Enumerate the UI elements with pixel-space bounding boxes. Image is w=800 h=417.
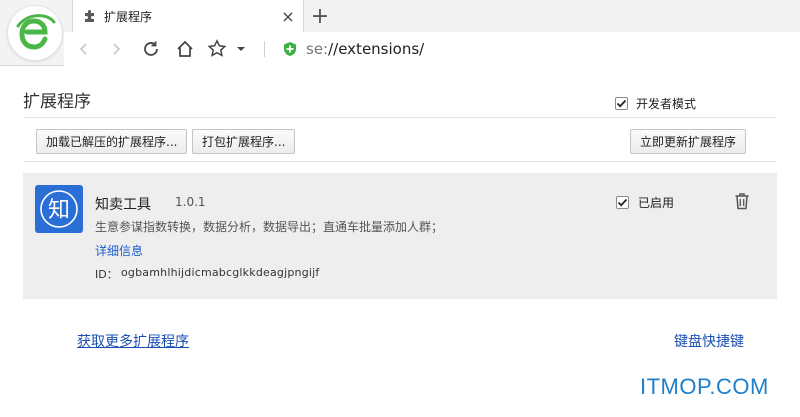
extensions-page: 扩展程序 开发者模式 加载已解压的扩展程序... 打包扩展程序... 立即更新扩… <box>0 67 800 417</box>
reload-icon[interactable] <box>139 37 163 61</box>
load-unpacked-button[interactable]: 加载已解压的扩展程序... <box>36 129 188 154</box>
get-more-extensions-link[interactable]: 获取更多扩展程序 <box>77 331 189 351</box>
puzzle-icon <box>82 8 98 24</box>
extension-details-link[interactable]: 详细信息 <box>95 242 143 259</box>
home-icon[interactable] <box>173 37 197 61</box>
developer-mode-label: 开发者模式 <box>636 97 697 111</box>
keyboard-shortcuts-link[interactable]: 键盘快捷键 <box>674 331 744 351</box>
developer-mode-toggle[interactable]: 开发者模式 <box>615 95 696 112</box>
extension-enabled-checkbox[interactable] <box>616 196 629 209</box>
page-title: 扩展程序 <box>23 92 91 112</box>
extension-id-label: ID： <box>95 268 118 281</box>
trash-icon[interactable] <box>734 192 750 210</box>
developer-mode-checkbox[interactable] <box>615 97 628 110</box>
extension-version: 1.0.1 <box>175 195 206 209</box>
watermark: ITMOP.COM <box>640 374 769 399</box>
extension-name: 知卖工具 <box>95 197 151 213</box>
bookmark-star-icon[interactable] <box>206 37 230 61</box>
tab-extensions[interactable]: 扩展程序 × <box>72 0 304 32</box>
extension-enabled-toggle[interactable]: 已启用 <box>616 194 674 211</box>
extension-card: 知 知卖工具 1.0.1 生意参谋指数转换，数据分析，数据导出；直通车批量添加人… <box>23 173 777 299</box>
extension-icon-glyph: 知 <box>48 198 70 223</box>
update-now-button[interactable]: 立即更新扩展程序 <box>630 129 747 154</box>
extension-enabled-label: 已启用 <box>638 196 675 210</box>
toolbar-divider <box>264 41 265 57</box>
chevron-down-icon[interactable] <box>234 37 248 61</box>
tab-close-icon[interactable]: × <box>279 7 297 26</box>
extension-app-icon: 知 <box>35 185 83 233</box>
extension-description: 生意参谋指数转换，数据分析，数据导出；直通车批量添加人群； <box>95 220 444 234</box>
browser-logo-icon[interactable] <box>8 6 62 60</box>
forward-icon[interactable] <box>104 37 128 61</box>
url-text: se://extensions/ <box>306 40 424 58</box>
url-protocol: se: <box>306 40 329 58</box>
toolbar: se://extensions/ <box>64 32 800 66</box>
extension-id-value: ogbamhlhijdicmabcglkkdeagjpngijf <box>121 266 320 279</box>
back-icon[interactable] <box>72 37 96 61</box>
address-bar[interactable]: se://extensions/ <box>276 37 796 61</box>
new-tab-button[interactable]: + <box>308 4 332 29</box>
secure-shield-icon <box>284 42 296 56</box>
divider <box>23 117 777 118</box>
browser-chrome: 扩展程序 × + se://extensions/ <box>0 0 800 66</box>
divider <box>23 161 777 162</box>
pack-extension-button[interactable]: 打包扩展程序... <box>192 129 296 154</box>
url-path: //extensions/ <box>328 40 425 58</box>
tab-title: 扩展程序 <box>104 9 153 24</box>
